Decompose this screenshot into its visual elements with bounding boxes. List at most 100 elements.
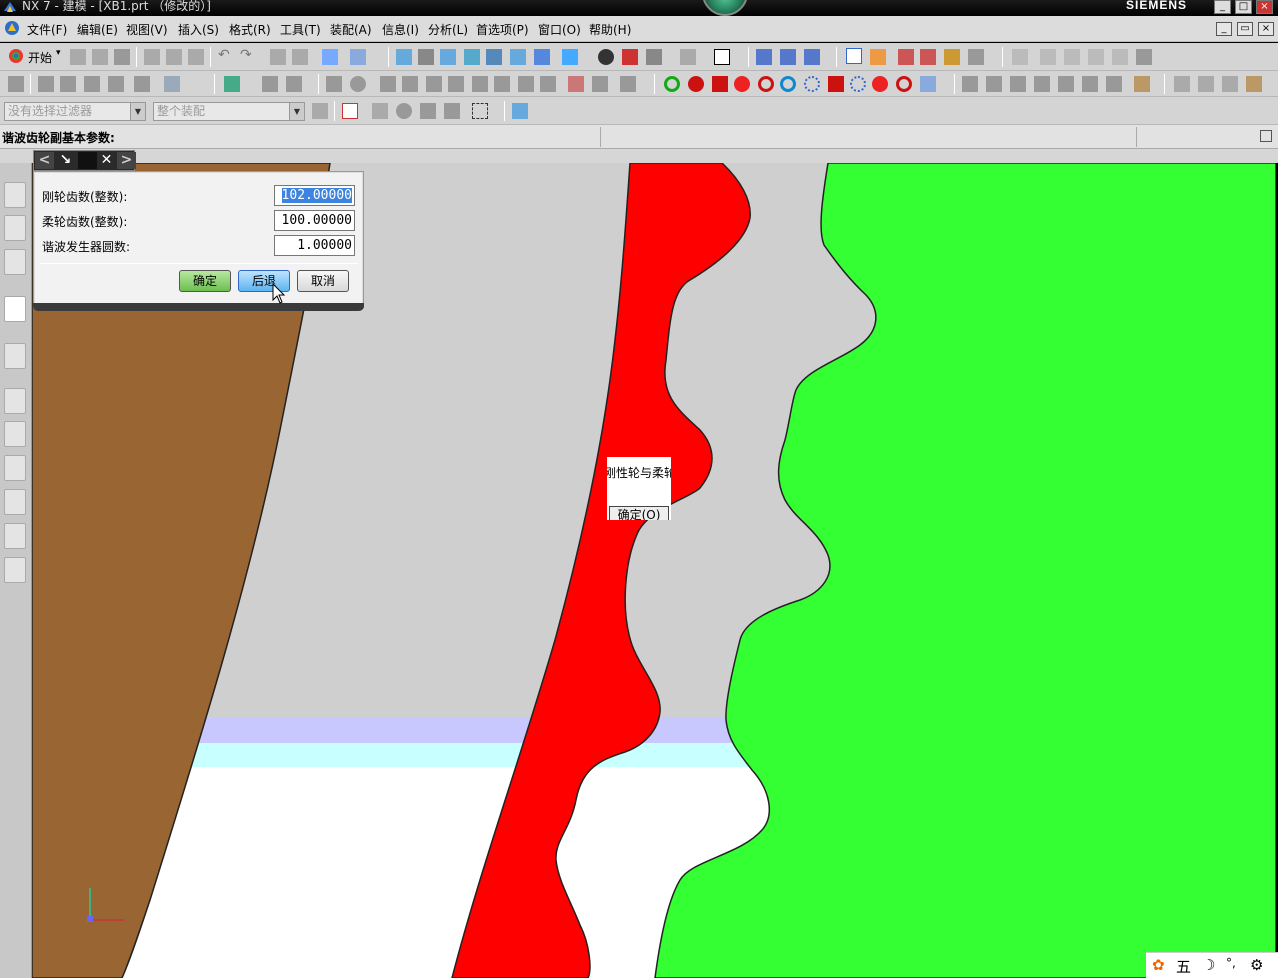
doc-minimize-button[interactable]: _ [1216,22,1232,36]
display-icon[interactable] [350,49,366,65]
part-navigator-icon[interactable] [4,249,26,275]
back-arrow-icon[interactable]: < [35,152,54,169]
menu-view[interactable]: 视图(V) [126,21,168,38]
zoom-icon[interactable] [440,49,456,65]
move-feature-icon[interactable] [592,76,608,92]
sew-icon[interactable] [518,76,534,92]
close-button[interactable]: × [1256,0,1273,14]
start-button[interactable]: 开始 [28,49,52,66]
quick-pick-icon[interactable] [870,49,886,65]
selection-filter-combo[interactable]: 没有选择过滤器 ▼ [4,102,146,121]
sketch-icon[interactable] [968,49,984,65]
close-icon[interactable]: ✕ [97,152,116,169]
wcs-origin-icon[interactable] [780,49,796,65]
rigid-teeth-input[interactable]: 102.00000 [274,185,355,206]
gear-tool-8-icon[interactable] [828,76,844,92]
curve-tool-1-icon[interactable] [1174,76,1190,92]
gear-tool-12-icon[interactable] [920,76,936,92]
render-style-icon[interactable] [598,49,614,65]
wave-generator-input[interactable]: 1.00000 [274,235,355,256]
chamfer-icon[interactable] [350,76,366,92]
draft-icon[interactable] [402,76,418,92]
assembly-navigator-icon[interactable] [4,182,26,208]
background-icon[interactable] [680,49,696,65]
datum-icon[interactable] [224,76,240,92]
wcs-rotate-icon[interactable] [804,49,820,65]
shell-icon[interactable] [380,76,396,92]
pan-icon[interactable] [510,49,526,65]
chevron-down-icon[interactable]: ▼ [130,103,145,120]
new-file-icon[interactable] [70,49,86,65]
select-components-icon[interactable] [312,103,328,119]
save-icon[interactable] [114,49,130,65]
surface-tool-1-icon[interactable] [962,76,978,92]
orient-view-icon[interactable] [562,49,578,65]
gear-tool-7-icon[interactable] [804,76,820,92]
menu-tools[interactable]: 工具(T) [280,21,321,38]
surface-tool-5-icon[interactable] [1058,76,1074,92]
revolve-icon[interactable] [60,76,76,92]
scale-body-icon[interactable] [448,76,464,92]
roles-icon[interactable] [4,523,26,549]
clock-icon[interactable] [4,388,26,414]
ok-button[interactable]: 确定 [179,270,231,292]
gear-tool-4-icon[interactable] [734,76,750,92]
ime-mode[interactable]: 五 [1176,956,1191,977]
fit-view-icon[interactable] [396,49,412,65]
undo-icon[interactable]: ↶ [218,47,230,63]
view-cube-icon[interactable] [512,103,528,119]
sweep-icon[interactable] [84,76,100,92]
zoom-window-icon[interactable] [418,49,434,65]
menu-help[interactable]: 帮助(H) [589,21,631,38]
measure-distance-icon[interactable] [898,49,914,65]
extrude-icon[interactable] [38,76,54,92]
palette-icon[interactable] [4,455,26,481]
gear-tool-2-icon[interactable] [688,76,704,92]
thread-icon[interactable] [1136,49,1152,65]
collapse-arrow-icon[interactable]: ↘ [56,152,75,169]
measure-length-icon[interactable] [944,49,960,65]
trim-body-icon[interactable] [472,76,488,92]
split-body-icon[interactable] [494,76,510,92]
patch-icon[interactable] [540,76,556,92]
curve-icon[interactable] [1012,49,1028,65]
boolean-icon[interactable] [262,76,278,92]
snap-point-1-icon[interactable] [372,103,388,119]
gear-tool-5-icon[interactable] [758,76,774,92]
mirror-icon[interactable] [1088,49,1104,65]
maximize-button[interactable]: □ [1235,0,1252,14]
assembly-scope-combo[interactable]: 整个装配 ▼ [153,102,305,121]
menu-analysis[interactable]: 分析(L) [428,21,468,38]
sketch-tool-icon[interactable] [8,76,24,92]
gear-tool-11-icon[interactable] [896,76,912,92]
cue-expand-icon[interactable] [1260,130,1272,142]
menu-window[interactable]: 窗口(O) [538,21,581,38]
surface-tool-8-icon[interactable] [1134,76,1150,92]
menu-assembly[interactable]: 装配(A) [330,21,372,38]
snap-point-2-icon[interactable] [396,103,412,119]
unite-icon[interactable] [286,76,302,92]
zoom-in-out-icon[interactable] [464,49,480,65]
menu-format[interactable]: 格式(R) [229,21,271,38]
redo-icon[interactable]: ↷ [240,47,252,63]
menu-insert[interactable]: 插入(S) [178,21,219,38]
gear-tool-9-icon[interactable] [850,76,866,92]
doc-restore-button[interactable]: ▭ [1237,22,1253,36]
surface-tool-3-icon[interactable] [1010,76,1026,92]
cancel-button[interactable]: 取消 [297,270,349,292]
constraint-navigator-icon[interactable] [4,215,26,241]
menu-file[interactable]: 文件(F) [27,21,67,38]
edit-feature-icon[interactable] [568,76,584,92]
menu-edit[interactable]: 编辑(E) [77,21,118,38]
curve-tool-4-icon[interactable] [1246,76,1262,92]
surface-tool-2-icon[interactable] [986,76,1002,92]
gear-tool-6-icon[interactable] [780,76,796,92]
wcs-icon[interactable] [756,49,772,65]
selection-box-icon[interactable] [472,103,488,119]
start-dropdown-icon[interactable]: ▾ [56,48,61,58]
gear-tool-1-icon[interactable] [664,76,680,92]
feature-icon[interactable] [1040,49,1056,65]
snap-point-4-icon[interactable] [444,103,460,119]
curve-tool-2-icon[interactable] [1198,76,1214,92]
delete-icon[interactable] [292,49,308,65]
